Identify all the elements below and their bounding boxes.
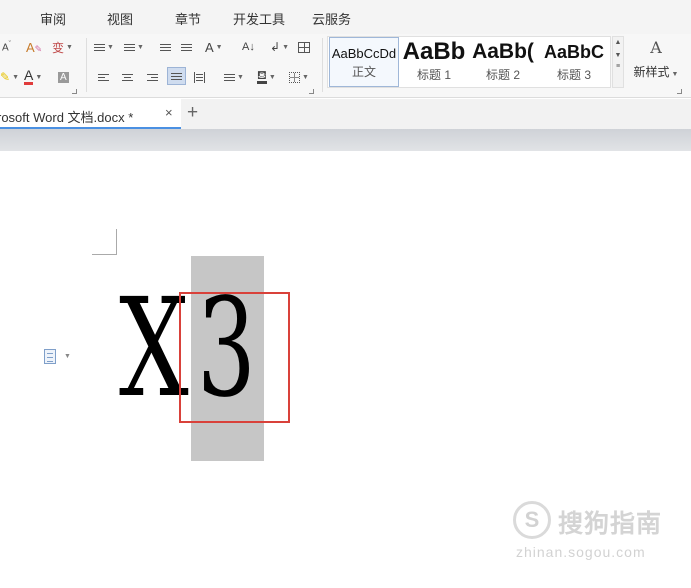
paragraph-dialog-launcher-icon[interactable] — [309, 89, 314, 94]
align-center-icon — [122, 72, 133, 83]
chevron-down-icon[interactable]: ▼ — [613, 52, 623, 59]
style-preview: AaBbCcDd — [331, 46, 397, 61]
align-left-button[interactable] — [98, 68, 109, 86]
justify-icon — [171, 71, 182, 82]
distributed-button[interactable] — [194, 68, 205, 86]
style-name: 标题 3 — [556, 68, 591, 82]
phonetic-guide-icon: 变 — [52, 40, 65, 55]
line-spacing-icon — [224, 72, 235, 83]
distributed-icon — [194, 71, 205, 83]
chevron-down-icon: ▼ — [35, 73, 43, 81]
show-marks-button[interactable]: ↲ ▼ — [270, 38, 289, 56]
bullet-list-icon — [94, 42, 105, 53]
style-preview: AaBbC — [543, 42, 604, 62]
highlighter-icon: ✎ — [0, 70, 11, 84]
chevron-down-icon: ▼ — [671, 71, 679, 78]
table-icon — [298, 41, 310, 53]
style-preview: AaBb( — [472, 40, 534, 63]
clear-format-icon: A✎ — [26, 39, 43, 55]
paragraph-layout-icon[interactable] — [44, 349, 56, 364]
style-heading-2[interactable]: AaBb( 标题 2 — [469, 37, 537, 87]
chevron-up-icon[interactable]: ▲ — [613, 39, 623, 46]
style-heading-1[interactable]: AaBb 标题 1 — [401, 37, 467, 87]
chevron-down-icon: ▼ — [282, 43, 289, 51]
chevron-down-icon: ▼ — [66, 43, 73, 51]
table-button[interactable] — [298, 38, 310, 56]
new-style-button[interactable]: A 新样式 ▼ — [628, 38, 684, 88]
justify-button[interactable] — [167, 67, 186, 85]
highlight-color-button[interactable]: ✎ ▼ — [0, 68, 19, 86]
sort-button[interactable]: A↓ — [242, 38, 255, 56]
chevron-down-icon: ▼ — [137, 43, 144, 51]
menu-review[interactable]: 审阅 — [40, 9, 66, 28]
chevron-down-icon[interactable]: ▼ — [64, 353, 71, 360]
menu-view[interactable]: 视图 — [107, 9, 133, 28]
bullets-button[interactable]: ▼ — [94, 38, 114, 56]
expand-gallery-icon[interactable]: ≡ — [613, 63, 623, 70]
annotation-red-box — [179, 292, 290, 423]
style-heading-3[interactable]: AaBbC 标题 3 — [539, 37, 609, 87]
menu-chapter[interactable]: 章节 — [175, 9, 201, 28]
style-normal[interactable]: AaBbCcDd 正文 — [329, 37, 399, 87]
numbering-button[interactable]: ▼ — [124, 38, 144, 56]
document-tab-title: rosoft Word 文档.docx * — [0, 110, 134, 125]
style-name: 正文 — [351, 65, 376, 79]
char-shading-icon: A — [58, 71, 69, 83]
styles-dialog-launcher-icon[interactable] — [677, 89, 682, 94]
paragraph-mark-icon: ↲ — [270, 40, 281, 54]
font-color-icon: A — [24, 67, 34, 85]
menu-bar: 审阅 视图 章节 开发工具 云服务 — [0, 0, 691, 34]
new-style-label: 新样式 ▼ — [633, 65, 679, 79]
watermark-url: zhinan.sogou.com — [516, 544, 646, 560]
style-preview: AaBb — [402, 38, 466, 65]
align-left-icon — [98, 72, 109, 83]
decrease-indent-button[interactable] — [160, 38, 171, 56]
numbered-list-icon — [124, 42, 135, 53]
chevron-down-icon: ▼ — [237, 73, 244, 81]
new-style-icon: A — [650, 38, 662, 57]
chevron-down-icon: ▼ — [12, 73, 19, 81]
document-tab-bar: rosoft Word 文档.docx * × + — [0, 99, 691, 129]
clear-format-button[interactable]: A✎ — [26, 38, 42, 56]
font-color-button[interactable]: A ▼ — [24, 68, 42, 86]
font-dialog-launcher-icon[interactable] — [72, 89, 77, 94]
phonetic-guide-button[interactable]: 变 ▼ — [52, 38, 73, 56]
decrease-indent-icon — [160, 42, 171, 53]
sort-icon: A↓ — [242, 41, 255, 53]
align-right-icon — [147, 72, 158, 83]
page-margin-corner-mark — [92, 229, 117, 255]
change-case-icon: A — [205, 39, 214, 55]
char-shading-button[interactable]: A — [58, 68, 69, 86]
chevron-down-icon: ▼ — [302, 73, 309, 81]
shrink-font-button[interactable]: Aˇ — [2, 38, 11, 56]
borders-icon — [289, 71, 300, 83]
chevron-down-icon: ▼ — [215, 43, 223, 51]
align-right-button[interactable] — [147, 68, 158, 86]
style-name: 标题 2 — [485, 68, 520, 82]
paint-bucket-icon: ⛾ — [257, 68, 267, 84]
style-gallery-scroll[interactable]: ▲ ▼ ≡ — [612, 36, 624, 88]
paragraph-shading-button[interactable]: ⛾ ▼ — [257, 68, 276, 86]
borders-button[interactable]: ▼ — [289, 68, 309, 86]
chevron-down-icon: ▼ — [268, 73, 276, 81]
ribbon-separator — [322, 38, 323, 92]
ribbon-separator — [86, 38, 87, 92]
shrink-font-icon: Aˇ — [2, 40, 12, 54]
new-tab-plus-icon[interactable]: + — [187, 102, 198, 124]
style-name: 标题 1 — [416, 68, 451, 82]
line-spacing-button[interactable]: ▼ — [224, 68, 244, 86]
watermark-text: 搜狗指南 — [558, 510, 663, 538]
document-tab[interactable]: rosoft Word 文档.docx * × — [0, 99, 181, 129]
increase-indent-button[interactable] — [181, 38, 192, 56]
change-case-button[interactable]: A ▼ — [205, 38, 223, 56]
close-icon[interactable]: × — [165, 105, 173, 120]
menu-cloud-service[interactable]: 云服务 — [312, 9, 351, 28]
sogou-logo-icon: S — [513, 501, 551, 539]
ruler-strip — [0, 129, 691, 151]
menu-developer-tools[interactable]: 开发工具 — [233, 9, 285, 28]
chevron-down-icon: ▼ — [107, 43, 114, 51]
increase-indent-icon — [181, 42, 192, 53]
align-center-button[interactable] — [122, 68, 133, 86]
style-gallery: AaBbCcDd 正文 AaBb 标题 1 AaBb( 标题 2 AaBbC 标… — [327, 36, 611, 88]
